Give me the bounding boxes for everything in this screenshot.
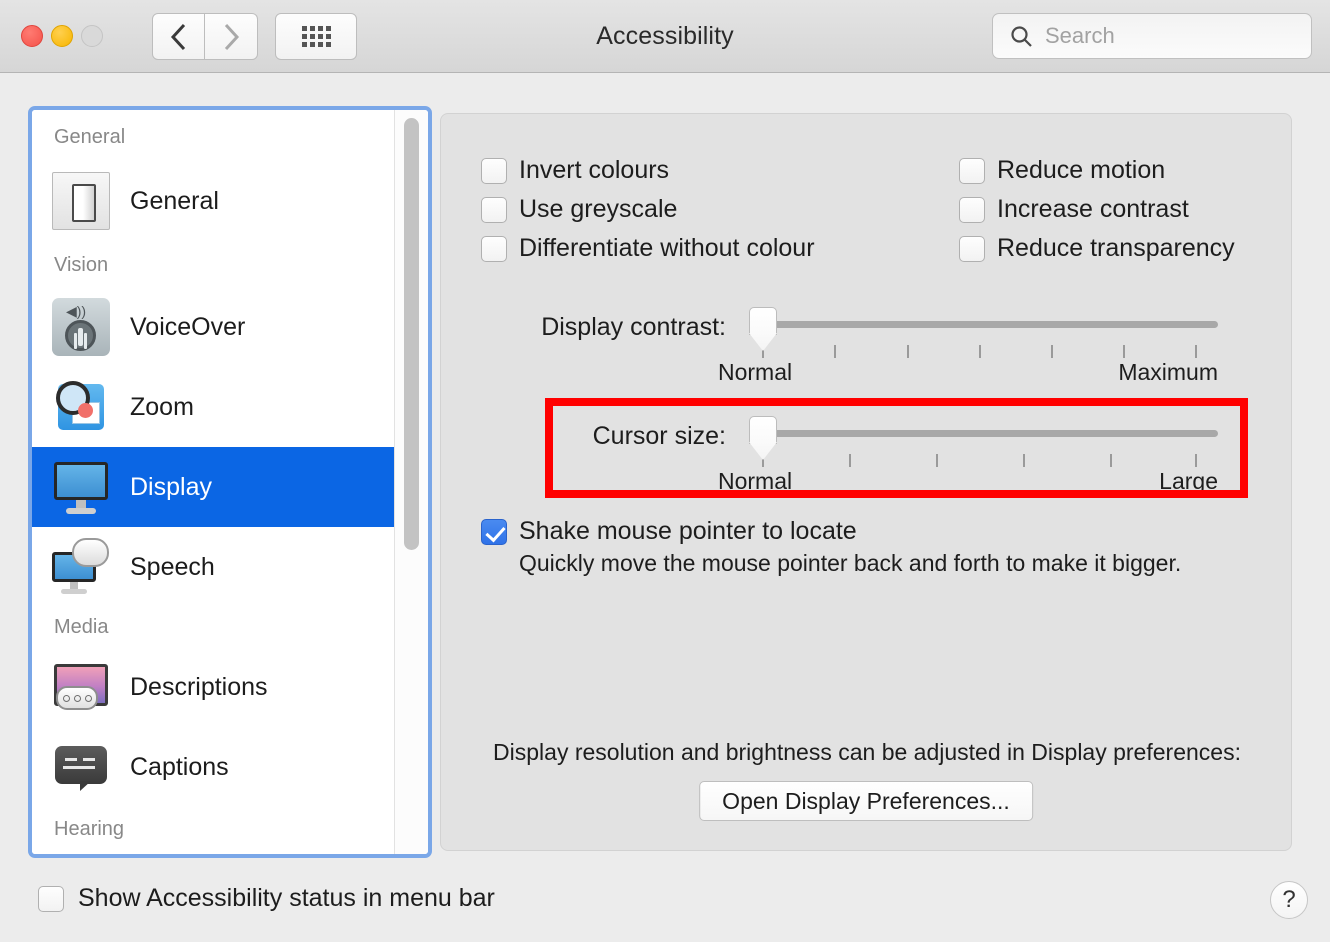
sidebar-item-display[interactable]: Display xyxy=(32,447,394,527)
sidebar-item-voiceover[interactable]: ◀)) VoiceOver xyxy=(32,287,394,367)
sidebar-item-general[interactable]: General xyxy=(32,161,394,241)
cursor-size-max-label: Large xyxy=(1159,468,1218,494)
sidebar-item-label: Descriptions xyxy=(130,672,268,701)
slider-ticks xyxy=(738,345,1218,358)
preference-sidebar[interactable]: General General Vision ◀)) VoiceOver Zoo… xyxy=(28,106,432,858)
search-icon xyxy=(1011,25,1032,47)
checkbox-label: Differentiate without colour xyxy=(519,234,815,262)
checkbox-column-right: Reduce motion Increase contrast Reduce t… xyxy=(959,156,1235,273)
sidebar-group-header-vision: Vision xyxy=(54,254,109,276)
cursor-size-slider-thumb[interactable] xyxy=(749,416,777,444)
display-contrast-slider-thumb[interactable] xyxy=(749,307,777,335)
sidebar-item-label: Speech xyxy=(130,552,215,581)
differentiate-without-colour-checkbox[interactable] xyxy=(481,235,507,262)
sidebar-item-speech[interactable]: Speech xyxy=(32,527,394,607)
sidebar-list: General General Vision ◀)) VoiceOver Zoo… xyxy=(32,110,394,854)
sidebar-group-header-hearing: Hearing xyxy=(54,818,125,840)
checkbox-label: Reduce motion xyxy=(997,156,1166,184)
invert-colours-checkbox[interactable] xyxy=(481,157,507,184)
show-accessibility-status-checkbox[interactable] xyxy=(38,885,64,912)
checkbox-label: Use greyscale xyxy=(519,195,678,223)
sidebar-item-label: General xyxy=(130,186,219,215)
shake-pointer-block: Shake mouse pointer to locate Quickly mo… xyxy=(481,517,1181,577)
checkbox-label: Increase contrast xyxy=(997,195,1189,223)
checkbox-row-invert-colours[interactable]: Invert colours xyxy=(481,156,815,185)
checkbox-label: Invert colours xyxy=(519,156,670,184)
checkbox-row-reduce-motion[interactable]: Reduce motion xyxy=(959,156,1235,185)
sidebar-item-label: Display xyxy=(130,472,212,501)
use-greyscale-checkbox[interactable] xyxy=(481,196,507,223)
increase-contrast-checkbox[interactable] xyxy=(959,196,985,223)
checkbox-row-shake-mouse-pointer[interactable]: Shake mouse pointer to locate xyxy=(481,517,1181,546)
help-button[interactable]: ? xyxy=(1270,881,1308,919)
checkbox-row-reduce-transparency[interactable]: Reduce transparency xyxy=(959,234,1235,263)
sidebar-item-label: VoiceOver xyxy=(130,312,246,341)
sidebar-group-header-media: Media xyxy=(54,616,109,638)
slider-track[interactable] xyxy=(762,321,1218,328)
slider-ticks xyxy=(738,454,1218,467)
search-field[interactable]: Search xyxy=(992,13,1312,59)
window-bottom-bar: Show Accessibility status in menu bar ? xyxy=(0,868,1330,942)
display-settings-panel: Invert colours Use greyscale Differentia… xyxy=(440,113,1292,851)
checkbox-row-differentiate-without-colour[interactable]: Differentiate without colour xyxy=(481,234,815,263)
sidebar-group-header-general: General xyxy=(54,126,126,148)
checkbox-label: Shake mouse pointer to locate xyxy=(519,517,857,545)
display-contrast-label: Display contrast: xyxy=(541,313,726,341)
sidebar-item-captions[interactable]: Captions xyxy=(32,727,394,807)
window-titlebar: Accessibility Search xyxy=(0,0,1330,73)
voiceover-icon: ◀)) xyxy=(52,298,110,356)
display-preferences-note: Display resolution and brightness can be… xyxy=(493,739,1241,765)
sidebar-scrollbar[interactable] xyxy=(394,110,428,854)
checkbox-row-use-greyscale[interactable]: Use greyscale xyxy=(481,195,815,224)
checkbox-label: Show Accessibility status in menu bar xyxy=(78,884,495,912)
cursor-size-label: Cursor size: xyxy=(592,422,726,450)
zoom-magnifier-icon xyxy=(52,378,110,436)
descriptions-icon xyxy=(52,658,110,716)
reduce-motion-checkbox[interactable] xyxy=(959,157,985,184)
display-monitor-icon xyxy=(52,458,110,516)
sidebar-item-label: Captions xyxy=(130,752,229,781)
shake-pointer-description: Quickly move the mouse pointer back and … xyxy=(519,550,1182,576)
display-contrast-max-label: Maximum xyxy=(1118,359,1218,385)
checkbox-column-left: Invert colours Use greyscale Differentia… xyxy=(481,156,815,273)
shake-mouse-pointer-checkbox[interactable] xyxy=(481,518,507,545)
slider-track[interactable] xyxy=(762,430,1218,437)
sidebar-item-descriptions[interactable]: Descriptions xyxy=(32,647,394,727)
sidebar-item-zoom[interactable]: Zoom xyxy=(32,367,394,447)
search-placeholder: Search xyxy=(1045,23,1115,48)
display-contrast-min-label: Normal xyxy=(717,359,793,385)
checkbox-label: Reduce transparency xyxy=(997,234,1235,262)
sidebar-scrollbar-thumb[interactable] xyxy=(404,118,419,550)
open-display-preferences-button[interactable]: Open Display Preferences... xyxy=(699,781,1033,821)
sidebar-item-label: Zoom xyxy=(130,392,194,421)
cursor-size-min-label: Normal xyxy=(717,468,793,494)
toggle-switch-icon xyxy=(52,172,110,230)
speech-bubble-monitor-icon xyxy=(52,538,110,596)
checkbox-row-increase-contrast[interactable]: Increase contrast xyxy=(959,195,1235,224)
captions-icon xyxy=(52,738,110,796)
checkbox-row-show-accessibility-status[interactable]: Show Accessibility status in menu bar xyxy=(38,884,495,913)
reduce-transparency-checkbox[interactable] xyxy=(959,235,985,262)
